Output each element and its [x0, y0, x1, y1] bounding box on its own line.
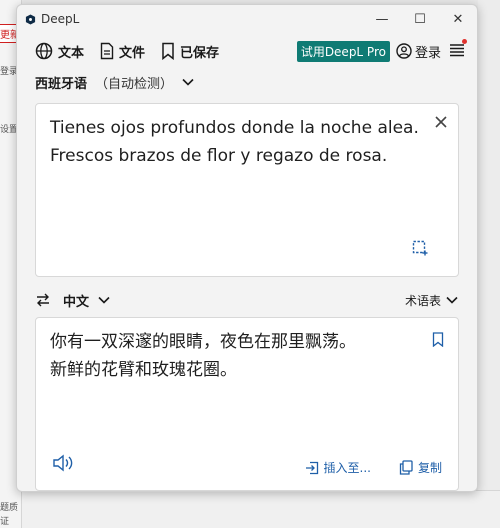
globe-icon — [35, 42, 53, 60]
document-icon — [100, 42, 114, 60]
bookmark-icon — [162, 42, 174, 60]
source-text-line-2: Frescos brazos de flor y regazo de rosa. — [50, 146, 388, 166]
selection-capture-icon — [412, 240, 428, 256]
close-button[interactable]: ✕ — [439, 5, 477, 33]
chevron-down-icon[interactable] — [97, 295, 111, 305]
notification-dot — [462, 38, 467, 44]
toolbar-right: 试用DeepL Pro 登录 — [296, 38, 467, 62]
target-language-row: 中文 术语表 — [35, 287, 459, 313]
translation-text[interactable]: 你有一双深邃的眼睛，夜色在那里飘荡。 新鲜的花臂和玫瑰花圈。 — [50, 328, 420, 384]
title-bar: DeepL — ☐ ✕ — [17, 5, 477, 33]
source-text[interactable]: Tienes ojos profundos donde la noche ale… — [50, 114, 420, 170]
window-title: DeepL — [41, 12, 80, 26]
background-quality-label: 题质 — [0, 503, 19, 513]
hamburger-menu-button[interactable] — [449, 38, 467, 61]
window-controls: — ☐ ✕ — [363, 5, 477, 33]
tab-saved-label: 已保存 — [180, 45, 220, 61]
tab-files[interactable]: 文件 — [100, 42, 145, 61]
tab-text-label: 文本 — [58, 45, 85, 61]
clear-text-button[interactable] — [434, 114, 448, 133]
user-icon — [396, 43, 412, 59]
glossary-label: 术语表 — [404, 293, 441, 308]
screen-capture-button[interactable] — [412, 240, 428, 260]
background-cert-label: 证 — [0, 517, 10, 527]
translation-text-line-1: 你有一双深邃的眼睛，夜色在那里飘荡。 — [50, 332, 356, 352]
tab-files-label: 文件 — [119, 45, 146, 61]
source-language-selector[interactable]: 西班牙语 （自动检测） — [17, 69, 477, 95]
background-right-area — [478, 0, 500, 528]
try-pro-button[interactable]: 试用DeepL Pro — [296, 40, 390, 62]
save-translation-button[interactable] — [432, 332, 444, 351]
insert-button[interactable]: 插入至... — [305, 459, 371, 476]
copy-label: 复制 — [417, 461, 442, 475]
insert-icon — [305, 461, 318, 474]
source-text-area[interactable]: Tienes ojos profundos donde la noche ale… — [35, 103, 459, 277]
translation-text-line-2: 新鲜的花臂和玫瑰花圈。 — [50, 360, 237, 380]
background-bottom-area — [22, 490, 500, 528]
main-toolbar: 文本 文件 已保存 试用DeepL Pro 登录 — [17, 33, 477, 69]
listen-button[interactable] — [52, 454, 74, 476]
login-button[interactable]: 登录 — [396, 42, 441, 61]
tab-text[interactable]: 文本 — [35, 42, 84, 61]
minimize-button[interactable]: — — [363, 5, 401, 33]
tab-saved[interactable]: 已保存 — [161, 42, 219, 61]
target-language-label[interactable]: 中文 — [63, 291, 89, 310]
translation-output-area: 你有一双深邃的眼睛，夜色在那里飘荡。 新鲜的花臂和玫瑰花圈。 插入至... 复制 — [35, 317, 459, 491]
copy-icon — [399, 460, 413, 475]
deepl-logo-icon — [25, 13, 36, 25]
login-label: 登录 — [414, 45, 441, 61]
insert-label: 插入至... — [323, 461, 371, 475]
deepl-window: DeepL — ☐ ✕ 文本 文件 已保存 试用DeepL Pro 登录 西班牙… — [16, 4, 478, 492]
swap-languages-button[interactable] — [35, 292, 51, 308]
auto-detect-label: （自动检测） — [95, 76, 174, 92]
bookmark-icon — [432, 332, 444, 348]
maximize-button[interactable]: ☐ — [401, 5, 439, 33]
menu-icon — [450, 43, 464, 56]
swap-icon — [37, 293, 49, 307]
copy-button[interactable]: 复制 — [399, 459, 442, 476]
source-text-line-1: Tienes ojos profundos donde la noche ale… — [50, 118, 419, 138]
chevron-down-icon — [445, 295, 459, 305]
speaker-icon — [53, 454, 73, 472]
chevron-down-icon — [181, 77, 195, 87]
glossary-dropdown[interactable]: 术语表 — [405, 292, 459, 309]
close-icon — [435, 116, 447, 128]
translation-actions: 插入至... 复制 — [277, 459, 442, 476]
source-language-label: 西班牙语 — [35, 76, 88, 92]
